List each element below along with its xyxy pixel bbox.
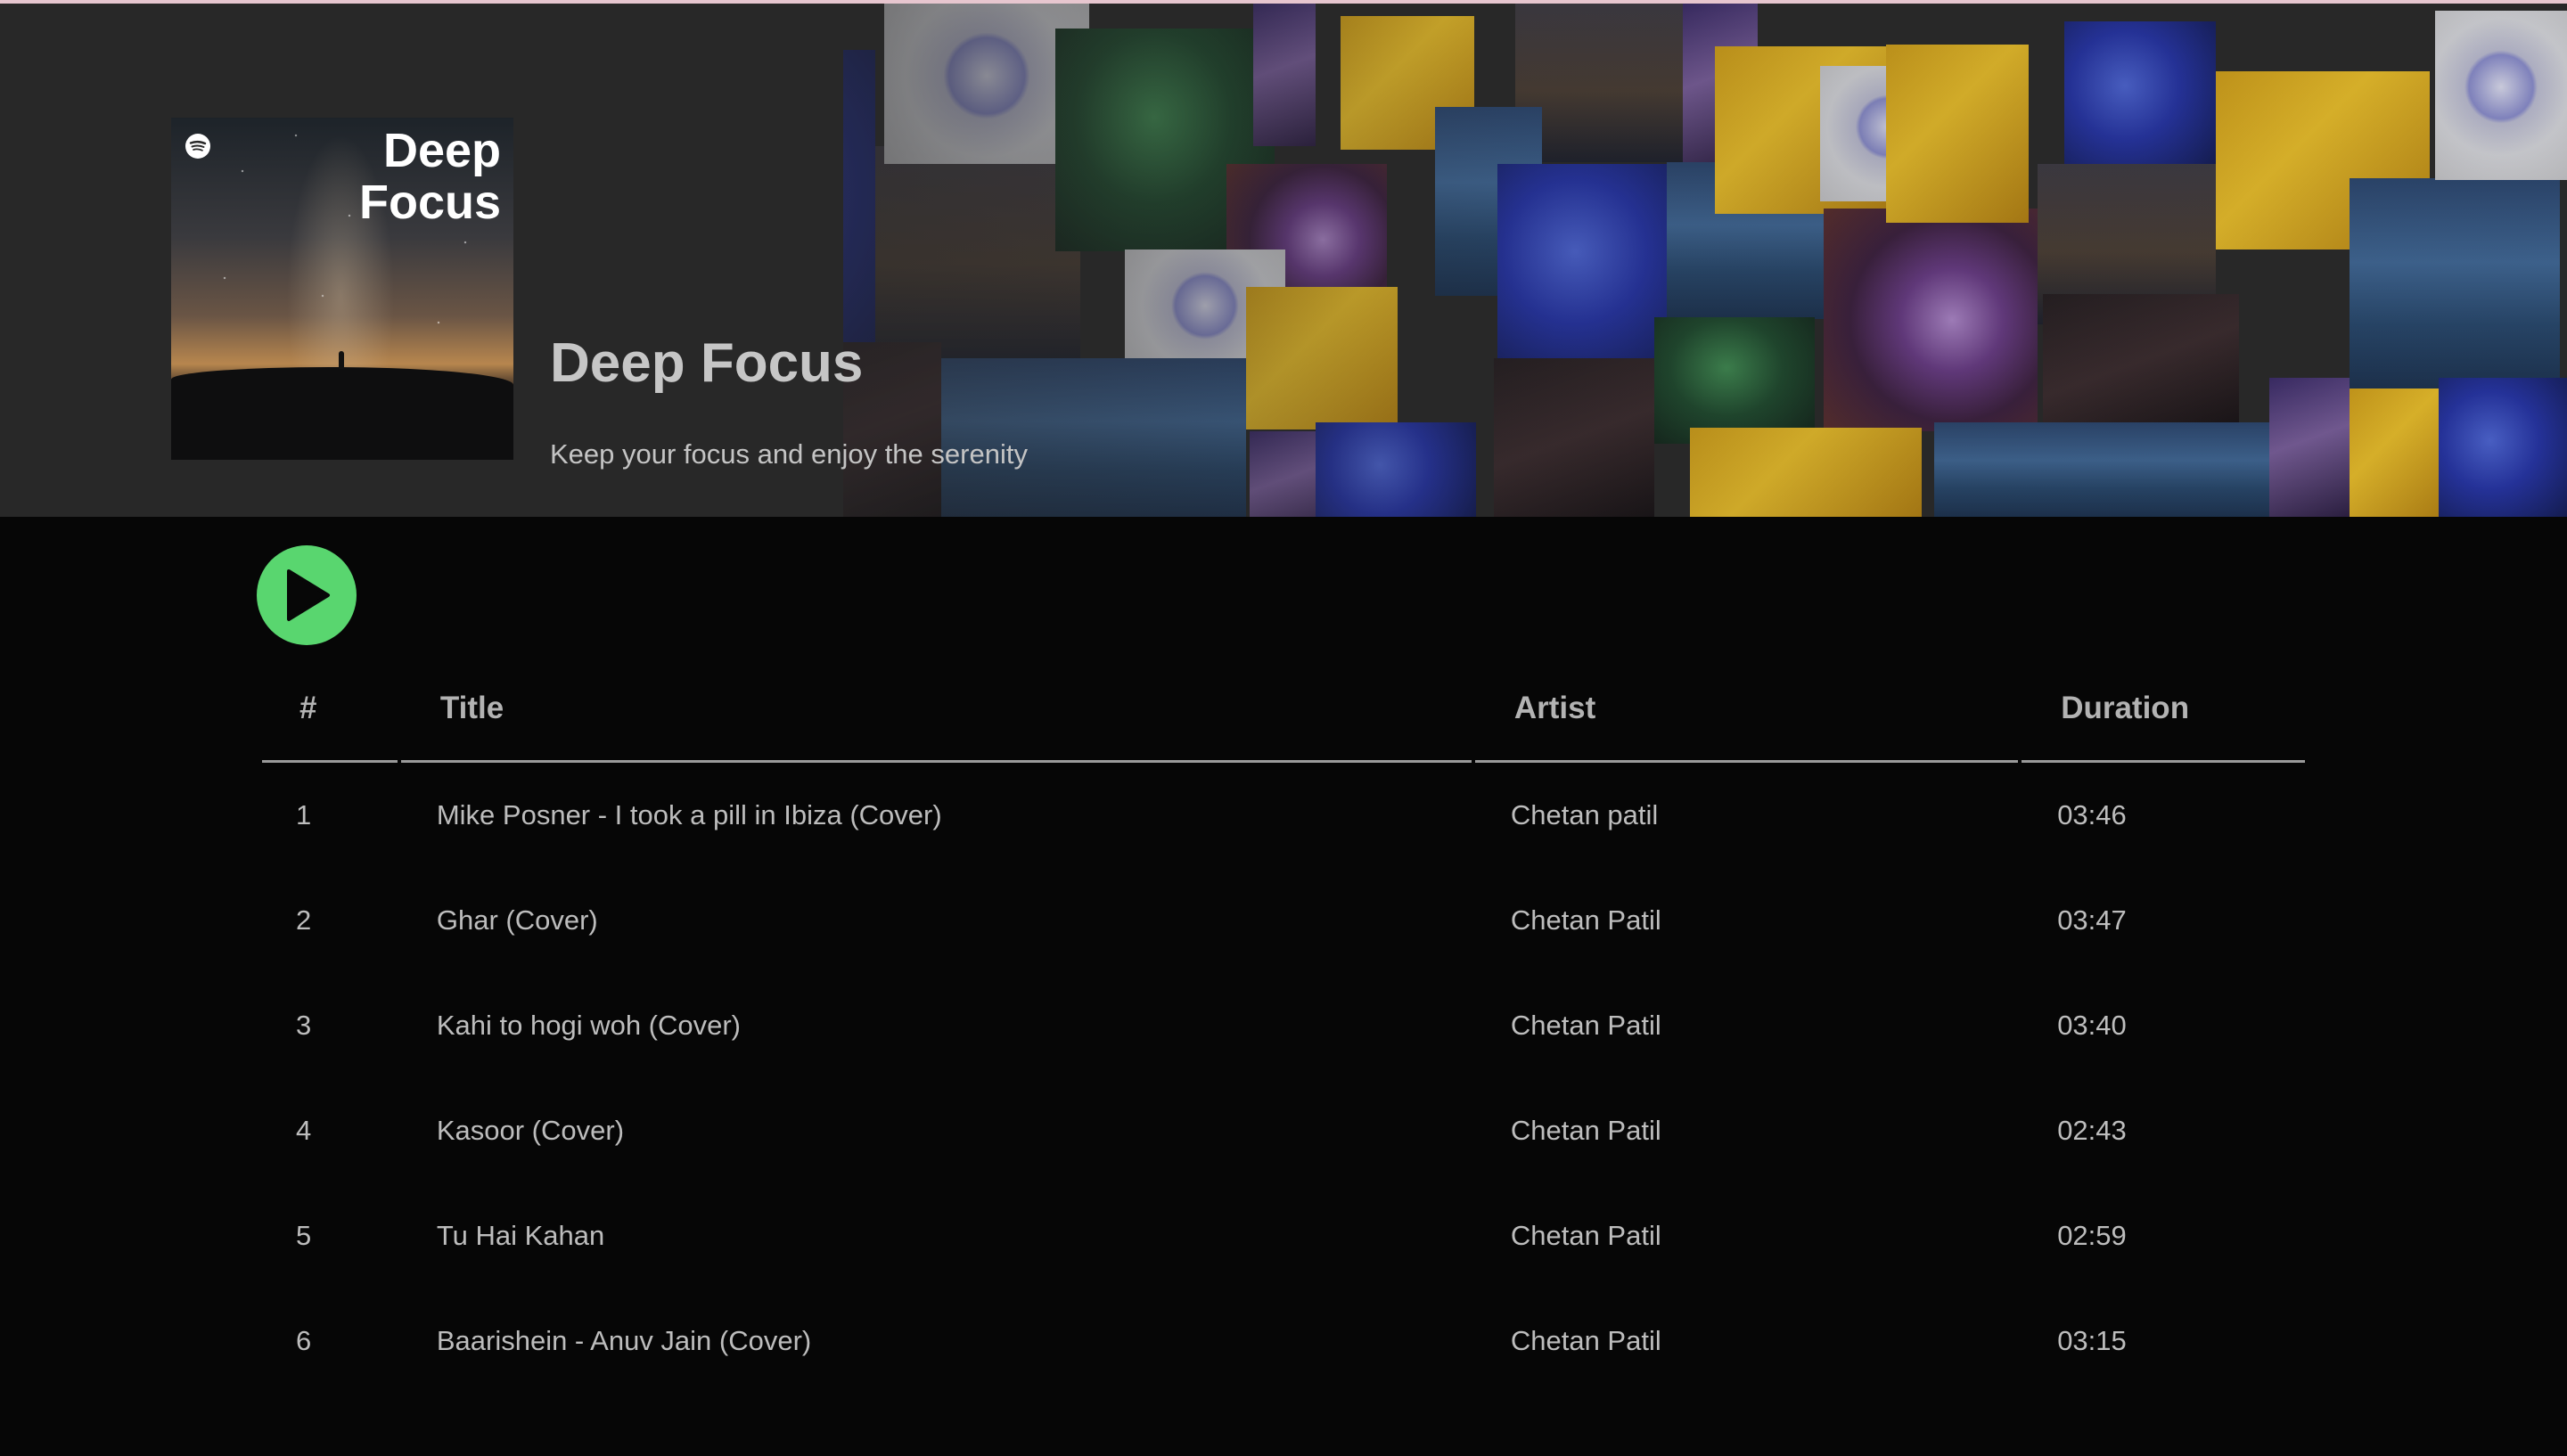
track-table: # Title Artist Duration 1 Mike Posner - … (258, 677, 2309, 1394)
playlist-cover-image[interactable]: Deep Focus (171, 118, 513, 460)
playlist-header: Deep Focus Deep Focus Keep your focus an… (0, 4, 2567, 517)
track-duration: 02:59 (2057, 1220, 2127, 1251)
track-title[interactable]: Mike Posner - I took a pill in Ibiza (Co… (401, 763, 1472, 868)
track-duration: 03:47 (2057, 904, 2127, 936)
track-number: 6 (296, 1325, 312, 1356)
header-number[interactable]: # (262, 677, 398, 763)
track-title[interactable]: Tu Hai Kahan (401, 1183, 1472, 1288)
playlist-description: Keep your focus and enjoy the serenity (550, 438, 1028, 470)
track-artist[interactable]: Chetan Patil (1475, 868, 2018, 973)
track-artist[interactable]: Chetan Patil (1475, 1183, 2018, 1288)
spotify-logo-icon (185, 134, 210, 159)
header-artist[interactable]: Artist (1474, 677, 2019, 763)
track-number: 2 (296, 904, 312, 936)
track-artist[interactable]: Chetan Patil (1475, 1078, 2018, 1183)
track-artist[interactable]: Chetan Patil (1475, 1288, 2018, 1394)
track-artist[interactable]: Chetan patil (1475, 763, 2018, 868)
track-table-header: # Title Artist Duration (262, 677, 2305, 763)
track-duration: 03:15 (2057, 1325, 2127, 1356)
track-title[interactable]: Ghar (Cover) (401, 868, 1472, 973)
track-row[interactable]: 4 Kasoor (Cover) Chetan Patil 02:43 (262, 1078, 2305, 1183)
track-number: 5 (296, 1220, 312, 1251)
track-row[interactable]: 5 Tu Hai Kahan Chetan Patil 02:59 (262, 1183, 2305, 1288)
track-number: 1 (296, 799, 312, 830)
header-title[interactable]: Title (400, 677, 1472, 763)
track-duration: 03:46 (2057, 799, 2127, 830)
playlist-title: Deep Focus (550, 332, 864, 394)
album-art-collage (843, 4, 2567, 517)
cover-title: Deep Focus (358, 124, 501, 229)
track-title[interactable]: Baarishein - Anuv Jain (Cover) (401, 1288, 1472, 1394)
track-row[interactable]: 2 Ghar (Cover) Chetan Patil 03:47 (262, 868, 2305, 973)
play-icon (287, 569, 330, 621)
track-duration: 03:40 (2057, 1010, 2127, 1041)
track-number: 4 (296, 1115, 312, 1146)
track-row[interactable]: 3 Kahi to hogi woh (Cover) Chetan Patil … (262, 973, 2305, 1078)
track-row[interactable]: 1 Mike Posner - I took a pill in Ibiza (… (262, 763, 2305, 868)
track-title[interactable]: Kasoor (Cover) (401, 1078, 1472, 1183)
track-title[interactable]: Kahi to hogi woh (Cover) (401, 973, 1472, 1078)
track-duration: 02:43 (2057, 1115, 2127, 1146)
play-button[interactable] (257, 545, 357, 645)
track-artist[interactable]: Chetan Patil (1475, 973, 2018, 1078)
track-row[interactable]: 6 Baarishein - Anuv Jain (Cover) Chetan … (262, 1288, 2305, 1394)
header-duration[interactable]: Duration (2022, 677, 2305, 763)
track-number: 3 (296, 1010, 312, 1041)
